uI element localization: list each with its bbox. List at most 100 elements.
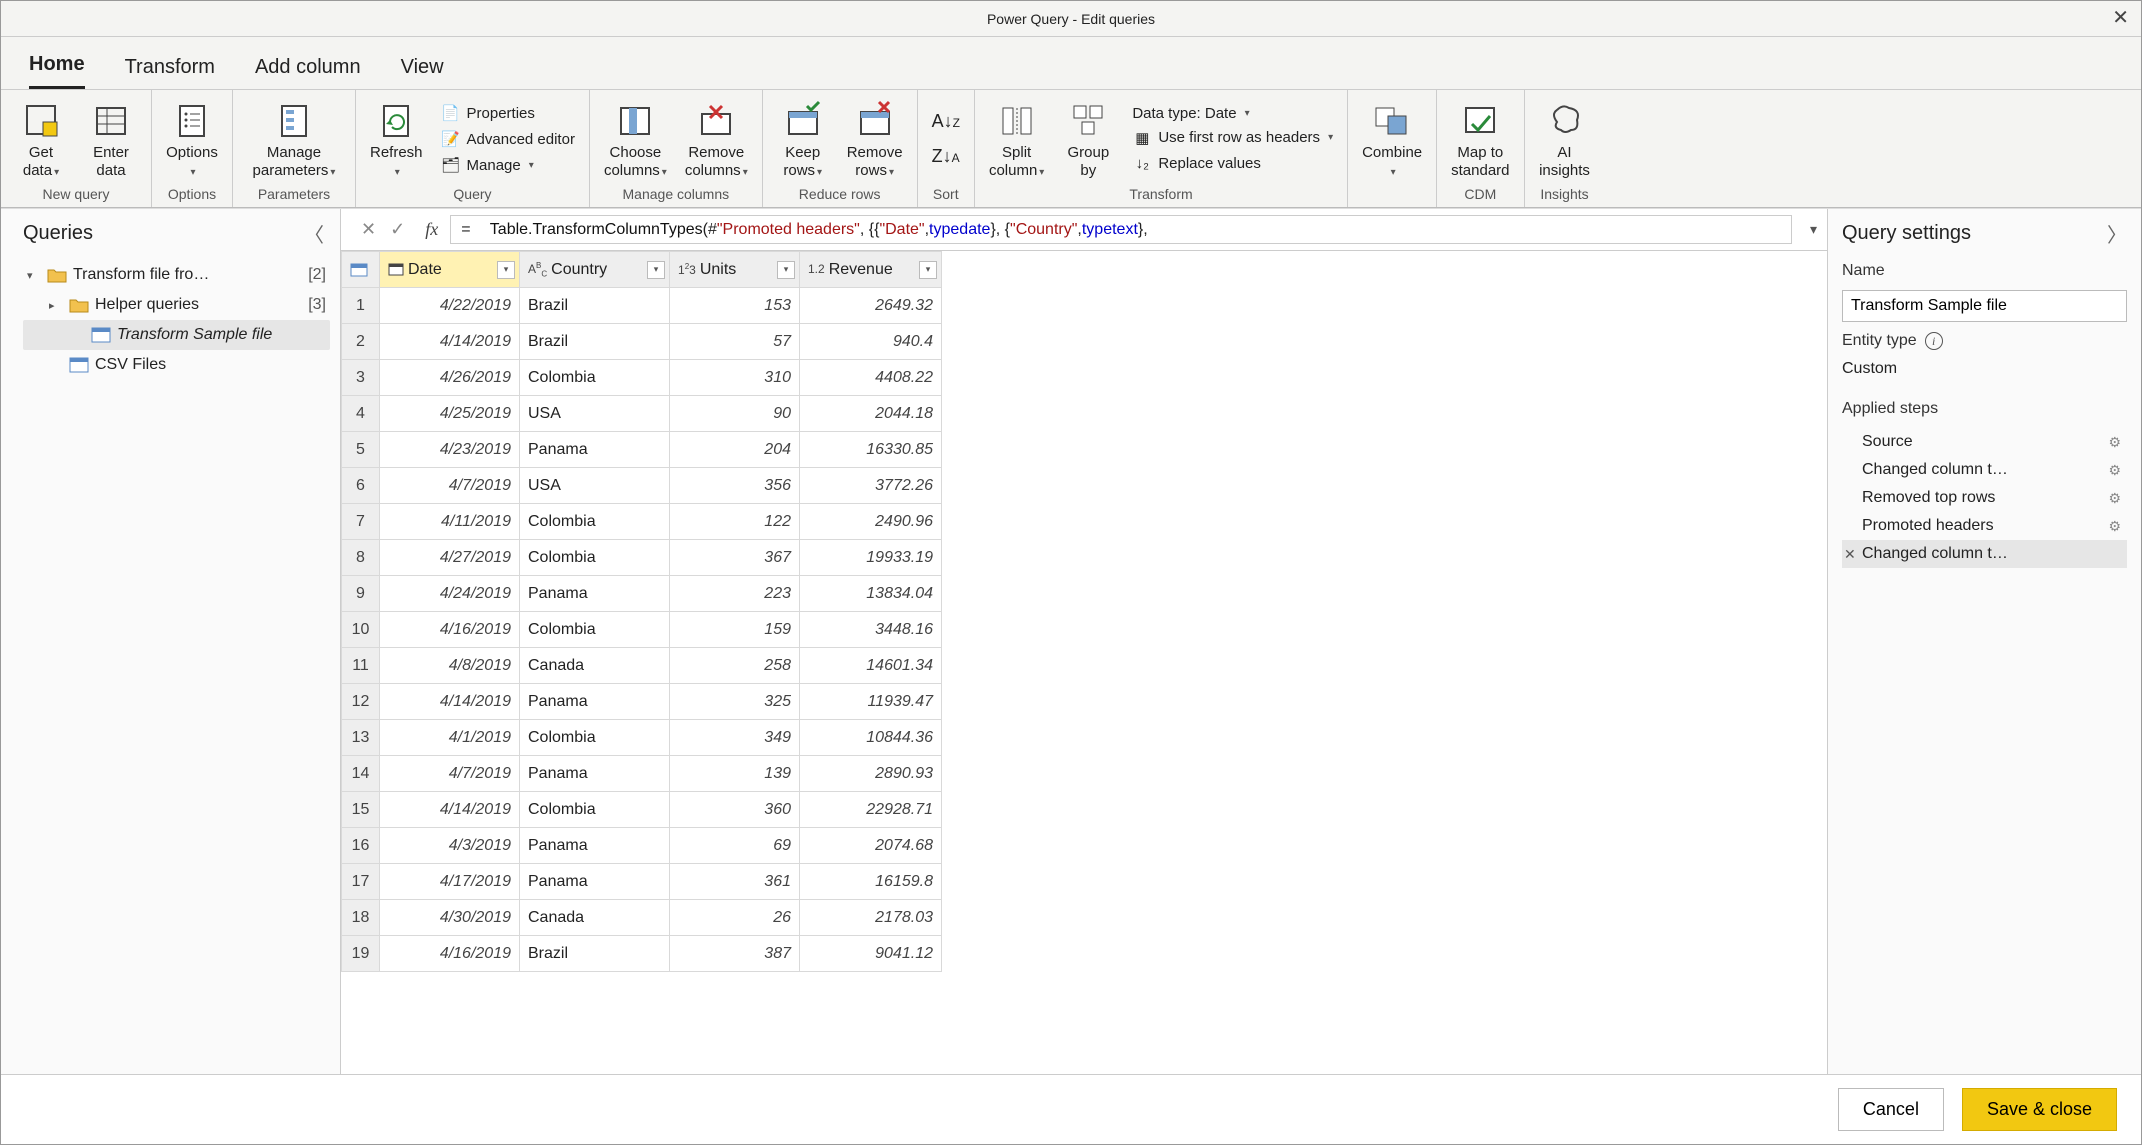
cell-revenue[interactable]: 2044.18	[800, 396, 942, 432]
cell-country[interactable]: Colombia	[520, 720, 670, 756]
column-header-units[interactable]: 123Units▾	[670, 252, 800, 288]
refresh-button[interactable]: Refresh▾	[362, 94, 431, 184]
manage-parameters-button[interactable]: Manage parameters▾	[239, 94, 349, 184]
applied-step[interactable]: ✕Changed column t…	[1842, 540, 2127, 568]
tree-query[interactable]: Transform Sample file	[23, 320, 330, 350]
cell-revenue[interactable]: 2649.32	[800, 288, 942, 324]
applied-step[interactable]: Source⚙	[1842, 428, 2127, 456]
remove-rows-button[interactable]: Remove rows▾	[839, 94, 911, 184]
cell-country[interactable]: Panama	[520, 828, 670, 864]
choose-columns-button[interactable]: Choose columns▾	[596, 94, 675, 184]
table-row[interactable]: 114/8/2019Canada25814601.34	[342, 648, 942, 684]
cell-country[interactable]: Colombia	[520, 360, 670, 396]
remove-columns-button[interactable]: Remove columns▾	[677, 94, 756, 184]
column-header-country[interactable]: ABCCountry▾	[520, 252, 670, 288]
cell-date[interactable]: 4/16/2019	[380, 612, 520, 648]
cell-country[interactable]: USA	[520, 468, 670, 504]
collapse-right-icon[interactable]: 〉	[2107, 219, 2127, 248]
table-row[interactable]: 14/22/2019Brazil1532649.32	[342, 288, 942, 324]
table-row[interactable]: 74/11/2019Colombia1222490.96	[342, 504, 942, 540]
cell-units[interactable]: 159	[670, 612, 800, 648]
collapse-left-icon[interactable]: 〈	[304, 219, 324, 248]
cell-revenue[interactable]: 3448.16	[800, 612, 942, 648]
cell-revenue[interactable]: 13834.04	[800, 576, 942, 612]
cell-date[interactable]: 4/17/2019	[380, 864, 520, 900]
applied-step[interactable]: Changed column t…⚙	[1842, 456, 2127, 484]
cell-units[interactable]: 204	[670, 432, 800, 468]
map-to-standard-button[interactable]: Map to standard	[1443, 94, 1517, 184]
column-header-revenue[interactable]: 1.2Revenue▾	[800, 252, 942, 288]
cell-date[interactable]: 4/1/2019	[380, 720, 520, 756]
formula-expand-icon[interactable]: ▾	[1810, 221, 1817, 238]
data-grid[interactable]: Date▾ABCCountry▾123Units▾1.2Revenue▾ 14/…	[341, 251, 1827, 1074]
row-header[interactable]: 16	[342, 828, 380, 864]
table-row[interactable]: 194/16/2019Brazil3879041.12	[342, 936, 942, 972]
cell-date[interactable]: 4/14/2019	[380, 684, 520, 720]
cell-date[interactable]: 4/14/2019	[380, 792, 520, 828]
filter-button[interactable]: ▾	[777, 261, 795, 279]
cell-country[interactable]: Panama	[520, 684, 670, 720]
cell-units[interactable]: 57	[670, 324, 800, 360]
table-row[interactable]: 84/27/2019Colombia36719933.19	[342, 540, 942, 576]
cell-country[interactable]: Canada	[520, 900, 670, 936]
table-row[interactable]: 184/30/2019Canada262178.03	[342, 900, 942, 936]
cell-country[interactable]: Colombia	[520, 792, 670, 828]
cell-date[interactable]: 4/7/2019	[380, 756, 520, 792]
cancel-button[interactable]: Cancel	[1838, 1088, 1944, 1131]
cell-units[interactable]: 153	[670, 288, 800, 324]
cell-country[interactable]: Canada	[520, 648, 670, 684]
formula-commit-icon[interactable]: ✓	[390, 219, 405, 240]
properties-button[interactable]: 📄 Properties	[441, 103, 575, 123]
row-header[interactable]: 6	[342, 468, 380, 504]
row-header[interactable]: 7	[342, 504, 380, 540]
cell-date[interactable]: 4/7/2019	[380, 468, 520, 504]
cell-date[interactable]: 4/11/2019	[380, 504, 520, 540]
cell-units[interactable]: 310	[670, 360, 800, 396]
cell-revenue[interactable]: 11939.47	[800, 684, 942, 720]
data-type-button[interactable]: Data type: Date ▾	[1132, 105, 1333, 122]
cell-units[interactable]: 361	[670, 864, 800, 900]
table-row[interactable]: 144/7/2019Panama1392890.93	[342, 756, 942, 792]
row-header[interactable]: 4	[342, 396, 380, 432]
cell-date[interactable]: 4/23/2019	[380, 432, 520, 468]
enter-data-button[interactable]: Enter data	[77, 94, 145, 184]
cell-country[interactable]: Brazil	[520, 288, 670, 324]
split-column-button[interactable]: Split column▾	[981, 94, 1052, 184]
cell-revenue[interactable]: 16159.8	[800, 864, 942, 900]
cell-units[interactable]: 325	[670, 684, 800, 720]
cell-country[interactable]: USA	[520, 396, 670, 432]
cell-revenue[interactable]: 16330.85	[800, 432, 942, 468]
cell-units[interactable]: 367	[670, 540, 800, 576]
save-close-button[interactable]: Save & close	[1962, 1088, 2117, 1131]
cell-revenue[interactable]: 2074.68	[800, 828, 942, 864]
cell-country[interactable]: Colombia	[520, 540, 670, 576]
cell-country[interactable]: Panama	[520, 756, 670, 792]
row-header[interactable]: 13	[342, 720, 380, 756]
table-row[interactable]: 124/14/2019Panama32511939.47	[342, 684, 942, 720]
cell-country[interactable]: Panama	[520, 576, 670, 612]
cell-units[interactable]: 69	[670, 828, 800, 864]
cell-revenue[interactable]: 2890.93	[800, 756, 942, 792]
cell-units[interactable]: 90	[670, 396, 800, 432]
cell-revenue[interactable]: 3772.26	[800, 468, 942, 504]
select-all-cell[interactable]	[342, 252, 380, 288]
cell-revenue[interactable]: 19933.19	[800, 540, 942, 576]
cell-date[interactable]: 4/16/2019	[380, 936, 520, 972]
cell-units[interactable]: 139	[670, 756, 800, 792]
cell-revenue[interactable]: 22928.71	[800, 792, 942, 828]
row-header[interactable]: 5	[342, 432, 380, 468]
cell-units[interactable]: 26	[670, 900, 800, 936]
cell-date[interactable]: 4/8/2019	[380, 648, 520, 684]
column-header-date[interactable]: Date▾	[380, 252, 520, 288]
row-header[interactable]: 12	[342, 684, 380, 720]
cell-units[interactable]: 122	[670, 504, 800, 540]
tab-add-column[interactable]: Add column	[255, 56, 361, 89]
options-button[interactable]: Options▾	[158, 94, 226, 184]
cell-country[interactable]: Colombia	[520, 612, 670, 648]
table-row[interactable]: 64/7/2019USA3563772.26	[342, 468, 942, 504]
row-header[interactable]: 17	[342, 864, 380, 900]
table-row[interactable]: 164/3/2019Panama692074.68	[342, 828, 942, 864]
row-header[interactable]: 19	[342, 936, 380, 972]
filter-button[interactable]: ▾	[919, 261, 937, 279]
cell-revenue[interactable]: 10844.36	[800, 720, 942, 756]
